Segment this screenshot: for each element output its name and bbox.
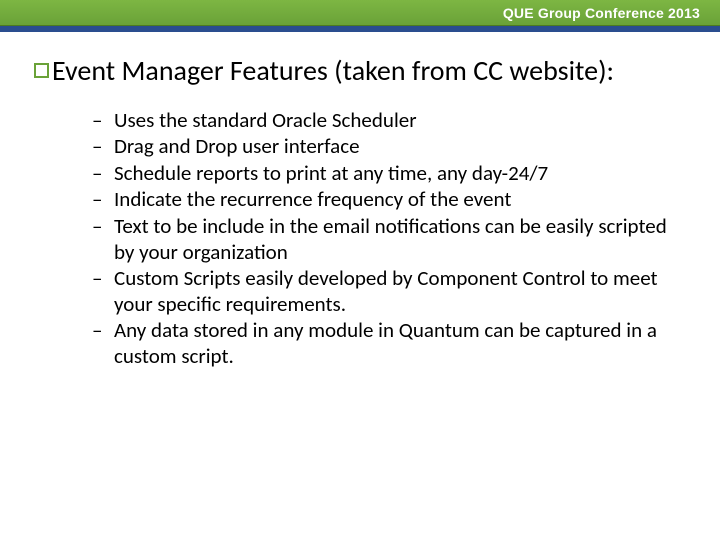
list-item: Drag and Drop user interface [92,134,686,160]
list-item: Uses the standard Oracle Scheduler [92,108,686,134]
header-brand: QUE Group Conference 2013 [503,5,700,21]
list-item: Schedule reports to print at any time, a… [92,161,686,187]
list-item: Any data stored in any module in Quantum… [92,318,686,369]
header-bar: QUE Group Conference 2013 [0,0,720,26]
list-item: Text to be include in the email notifica… [92,214,686,265]
square-bullet-icon [34,63,49,78]
title-row: Event Manager Features (taken from CC we… [34,54,686,88]
bullet-list: Uses the standard Oracle Scheduler Drag … [34,108,686,370]
list-item: Custom Scripts easily developed by Compo… [92,266,686,317]
list-item: Indicate the recurrence frequency of the… [92,187,686,213]
slide-content: Event Manager Features (taken from CC we… [0,32,720,370]
slide-title: Event Manager Features (taken from CC we… [52,54,614,88]
